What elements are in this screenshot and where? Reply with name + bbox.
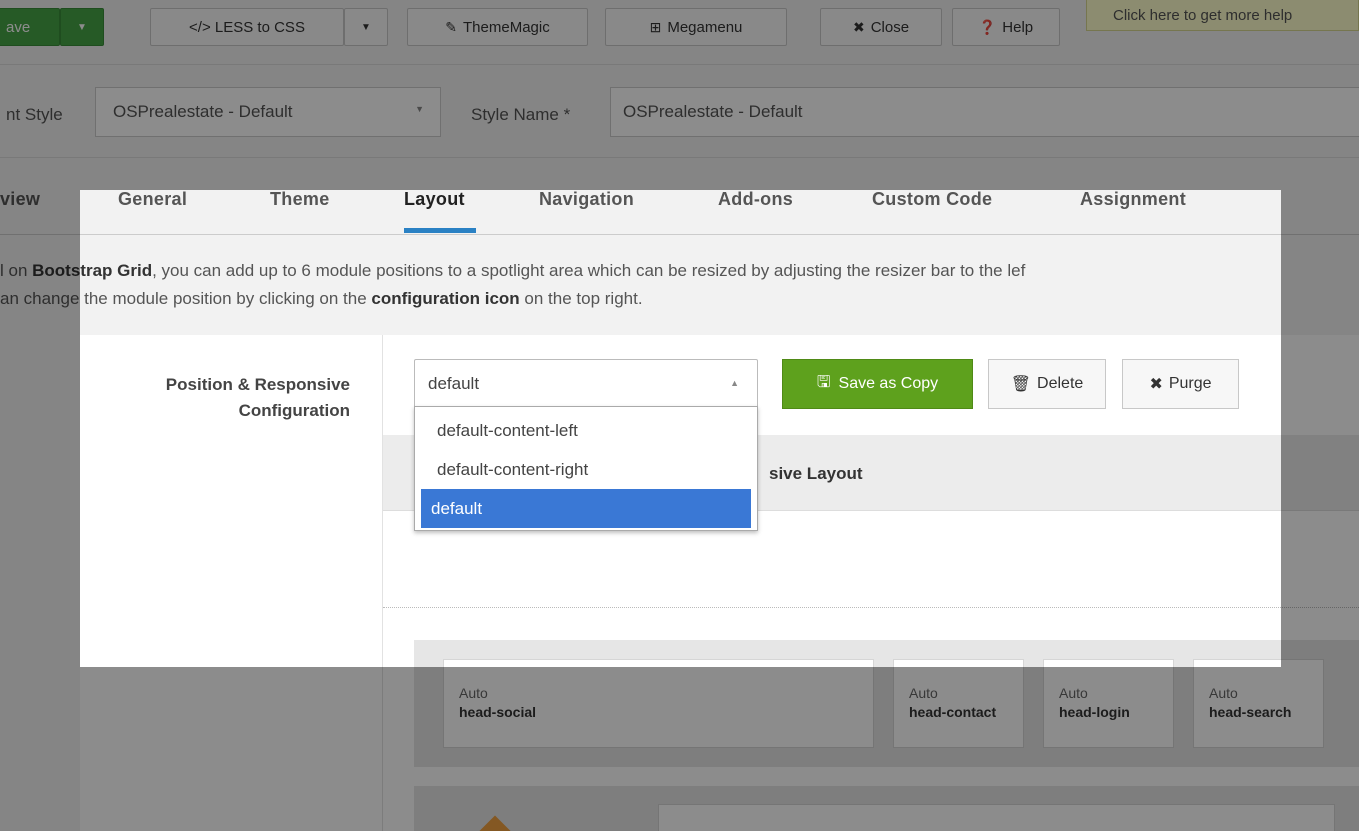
modal-backdrop <box>0 667 1359 831</box>
layout-select[interactable]: default ▲ <box>414 359 758 409</box>
purge-button[interactable]: ✖ Purge <box>1122 359 1239 409</box>
position-config-label: Position & Responsive Configuration <box>94 372 350 424</box>
tab-navigation[interactable]: Navigation <box>539 189 634 210</box>
modal-backdrop <box>1281 190 1359 667</box>
tab-layout[interactable]: Layout <box>404 189 465 210</box>
delete-label: Delete <box>1037 375 1084 392</box>
purge-label: Purge <box>1168 375 1212 392</box>
layout-dropdown-list: default-content-left default-content-rig… <box>414 406 758 531</box>
tab-custom-code[interactable]: Custom Code <box>872 189 992 210</box>
layout-option-content-left[interactable]: default-content-left <box>421 411 751 450</box>
tab-theme[interactable]: Theme <box>270 189 330 210</box>
tab-assignment[interactable]: Assignment <box>1080 189 1186 210</box>
delete-button[interactable]: 🗑 Delete <box>988 359 1106 409</box>
divider <box>383 607 1359 608</box>
modal-backdrop <box>0 0 1359 190</box>
floppy-disk-icon: 🖫 <box>816 373 831 391</box>
caret-up-icon: ▲ <box>730 378 739 388</box>
modal-backdrop <box>0 190 80 667</box>
close-icon: ✖ <box>1149 376 1163 393</box>
tab-add-ons[interactable]: Add-ons <box>718 189 793 210</box>
info-bold-text: configuration icon <box>371 289 520 308</box>
layout-select-value: default <box>428 374 480 393</box>
info-text: on the top right. <box>519 289 643 308</box>
trash-icon: 🗑 <box>1010 376 1032 393</box>
position-config-label-line: Position & Responsive <box>165 375 350 394</box>
position-config-label-line: Configuration <box>238 401 350 420</box>
layout-option-default[interactable]: default <box>421 489 751 528</box>
layout-info-text: l on Bootstrap Grid, you can add up to 6… <box>0 257 1359 313</box>
info-text: , you can add up to 6 module positions t… <box>152 261 1026 280</box>
save-as-copy-label: Save as Copy <box>838 375 939 392</box>
tab-general[interactable]: General <box>118 189 187 210</box>
save-as-copy-button[interactable]: 🖫 Save as Copy <box>782 359 973 409</box>
active-tab-indicator <box>404 228 476 233</box>
layout-option-content-right[interactable]: default-content-right <box>421 450 751 489</box>
